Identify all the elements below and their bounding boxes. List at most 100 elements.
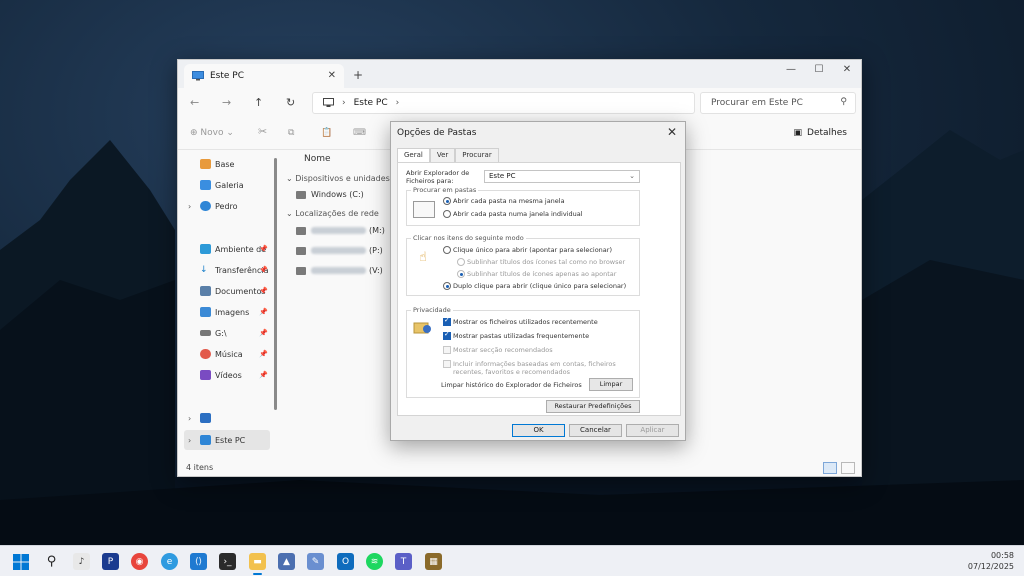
restore-defaults-button[interactable]: Restaurar Predefinições bbox=[546, 400, 640, 413]
group-title: Privacidade bbox=[411, 306, 453, 314]
taskbar: ⚲ ♪ P ◉ e ⟨⟩ ›_ ▬ ▲ ✎ O ≋ T ▦ 00:58 07/1… bbox=[0, 545, 1024, 576]
drive-c-item[interactable]: Windows (C:) bbox=[296, 190, 364, 199]
sidebar-item-desktop[interactable]: Ambiente de 📌 bbox=[184, 239, 270, 259]
group-header-devices[interactable]: ⌄ Dispositivos e unidades bbox=[286, 174, 390, 183]
radio-same-window[interactable] bbox=[443, 197, 451, 205]
audio-icon[interactable]: ♪ bbox=[73, 553, 90, 570]
teams-icon[interactable]: T bbox=[395, 553, 412, 570]
file-explorer-icon[interactable]: ▬ bbox=[249, 553, 266, 575]
new-button-label: Novo bbox=[200, 128, 224, 138]
windows-start-icon[interactable] bbox=[12, 553, 29, 570]
tab-este-pc[interactable]: Este PC ✕ bbox=[184, 64, 344, 88]
checkbox-include-online[interactable] bbox=[443, 360, 451, 368]
network-drive-p[interactable]: (P:) bbox=[296, 246, 383, 255]
chrome-icon[interactable]: ◉ bbox=[131, 553, 148, 570]
pin-icon: 📌 bbox=[259, 329, 268, 337]
apply-button[interactable]: Aplicar bbox=[626, 424, 679, 437]
sidebar-item-images[interactable]: Imagens 📌 bbox=[184, 302, 270, 322]
search-box[interactable]: Procurar em Este PC ⚲ bbox=[700, 92, 856, 114]
address-bar[interactable]: › Este PC › bbox=[312, 92, 695, 114]
drive-label: (V:) bbox=[369, 266, 383, 275]
outlook-icon[interactable]: O bbox=[337, 553, 354, 570]
radio-underline-point[interactable] bbox=[457, 270, 465, 278]
sidebar-item-documents[interactable]: Documentos 📌 bbox=[184, 281, 270, 301]
checkbox-frequent-folders[interactable] bbox=[443, 330, 451, 340]
up-arrow-icon[interactable]: ↑ bbox=[254, 96, 263, 109]
sidebar-item-label: Documentos bbox=[215, 286, 266, 296]
network-drive-m[interactable]: (M:) bbox=[296, 226, 385, 235]
details-button[interactable]: ▣ Detalhes bbox=[794, 128, 847, 138]
sidebar-scrollbar[interactable] bbox=[274, 158, 277, 410]
terminal-icon[interactable]: ›_ bbox=[219, 553, 236, 570]
column-header-name[interactable]: Nome bbox=[304, 154, 331, 164]
sidebar-item-g-drive[interactable]: G:\ 📌 bbox=[184, 323, 270, 343]
chevron-right-icon[interactable]: › bbox=[188, 436, 191, 445]
redacted-text bbox=[311, 267, 366, 274]
checkbox-label: Mostrar os ficheiros utilizados recentem… bbox=[453, 318, 598, 326]
clock-date: 07/12/2025 bbox=[967, 562, 1014, 571]
close-window-icon[interactable]: ✕ bbox=[833, 60, 861, 88]
tab-geral[interactable]: Geral bbox=[397, 148, 430, 163]
pandora-icon[interactable]: P bbox=[102, 553, 119, 570]
system-clock[interactable]: 00:58 07/12/2025 bbox=[968, 550, 1014, 572]
breadcrumb-chevron-icon[interactable]: › bbox=[396, 98, 400, 108]
copy-icon[interactable]: ⧉ bbox=[288, 128, 294, 138]
forward-arrow-icon[interactable]: → bbox=[222, 96, 231, 109]
pin-icon: 📌 bbox=[259, 245, 268, 253]
clear-history-button[interactable]: Limpar bbox=[589, 378, 633, 391]
close-tab-icon[interactable]: ✕ bbox=[328, 70, 336, 81]
checkbox-recent-files[interactable] bbox=[443, 316, 451, 326]
checkbox-label: Mostrar pastas utilizadas frequentemente bbox=[453, 332, 590, 340]
close-icon[interactable]: ✕ bbox=[667, 125, 677, 139]
sidebar-item-pedro[interactable]: › Pedro bbox=[184, 196, 270, 216]
sidebar-item-galeria[interactable]: Galeria bbox=[184, 175, 270, 195]
new-tab-button[interactable]: + bbox=[353, 68, 363, 82]
spotify-icon[interactable]: ≋ bbox=[366, 553, 383, 570]
network-drive-v[interactable]: (V:) bbox=[296, 266, 383, 275]
tab-ver[interactable]: Ver bbox=[429, 148, 456, 162]
onedrive-icon bbox=[200, 201, 211, 211]
open-explorer-select[interactable]: Este PC ⌄ bbox=[484, 170, 640, 183]
refresh-icon[interactable]: ↻ bbox=[286, 96, 295, 109]
photos-icon[interactable]: ▲ bbox=[278, 553, 295, 570]
search-input[interactable]: Procurar em Este PC bbox=[711, 98, 803, 108]
vscode-icon[interactable]: ⟨⟩ bbox=[190, 553, 207, 570]
back-arrow-icon[interactable]: ← bbox=[190, 96, 199, 109]
sidebar-item-videos[interactable]: Vídeos 📌 bbox=[184, 365, 270, 385]
view-toggle bbox=[823, 462, 855, 474]
ok-button[interactable]: OK bbox=[512, 424, 565, 437]
sidebar-item-este-pc[interactable]: › Este PC bbox=[184, 430, 270, 450]
paste-icon[interactable]: 📋 bbox=[321, 128, 332, 138]
radio-underline-browser[interactable] bbox=[457, 258, 465, 266]
group-header-network[interactable]: ⌄ Localizações de rede bbox=[286, 209, 379, 218]
cut-icon[interactable]: ✂ bbox=[258, 125, 267, 138]
tiles-view-icon[interactable] bbox=[841, 462, 855, 474]
home-icon bbox=[200, 159, 211, 169]
radio-double-click[interactable] bbox=[443, 282, 451, 290]
new-button[interactable]: ⊕ Novo ⌄ bbox=[190, 128, 234, 138]
store-icon[interactable]: ▦ bbox=[425, 553, 442, 570]
radio-own-window[interactable] bbox=[443, 210, 451, 218]
breadcrumb-este-pc[interactable]: Este PC bbox=[354, 98, 388, 108]
maximize-icon[interactable]: ☐ bbox=[805, 60, 833, 88]
paint-icon[interactable]: ✎ bbox=[307, 553, 324, 570]
breadcrumb-chevron-icon: › bbox=[342, 98, 346, 108]
sidebar-item-music[interactable]: Música 📌 bbox=[184, 344, 270, 364]
tab-procurar[interactable]: Procurar bbox=[455, 148, 499, 162]
checkbox-show-recommended[interactable] bbox=[443, 346, 451, 354]
search-icon[interactable]: ⚲ bbox=[43, 553, 60, 570]
sidebar-item-base[interactable]: Base bbox=[184, 154, 270, 174]
computer-icon bbox=[200, 435, 211, 445]
sidebar-item-user-folder[interactable]: › bbox=[184, 408, 270, 428]
sidebar-item-downloads[interactable]: ↓ Transferência 📌 bbox=[184, 260, 270, 280]
chevron-right-icon[interactable]: › bbox=[188, 202, 191, 211]
details-view-icon[interactable] bbox=[823, 462, 837, 474]
edge-icon[interactable]: e bbox=[161, 553, 178, 570]
radio-single-click[interactable] bbox=[443, 246, 451, 254]
chevron-right-icon[interactable]: › bbox=[188, 414, 191, 423]
rename-icon[interactable]: ⌨ bbox=[353, 128, 366, 138]
sidebar-item-label: Vídeos bbox=[215, 370, 242, 380]
cancel-button[interactable]: Cancelar bbox=[569, 424, 622, 437]
radio-label: Abrir cada pasta numa janela individual bbox=[453, 210, 583, 218]
minimize-icon[interactable]: — bbox=[777, 60, 805, 88]
